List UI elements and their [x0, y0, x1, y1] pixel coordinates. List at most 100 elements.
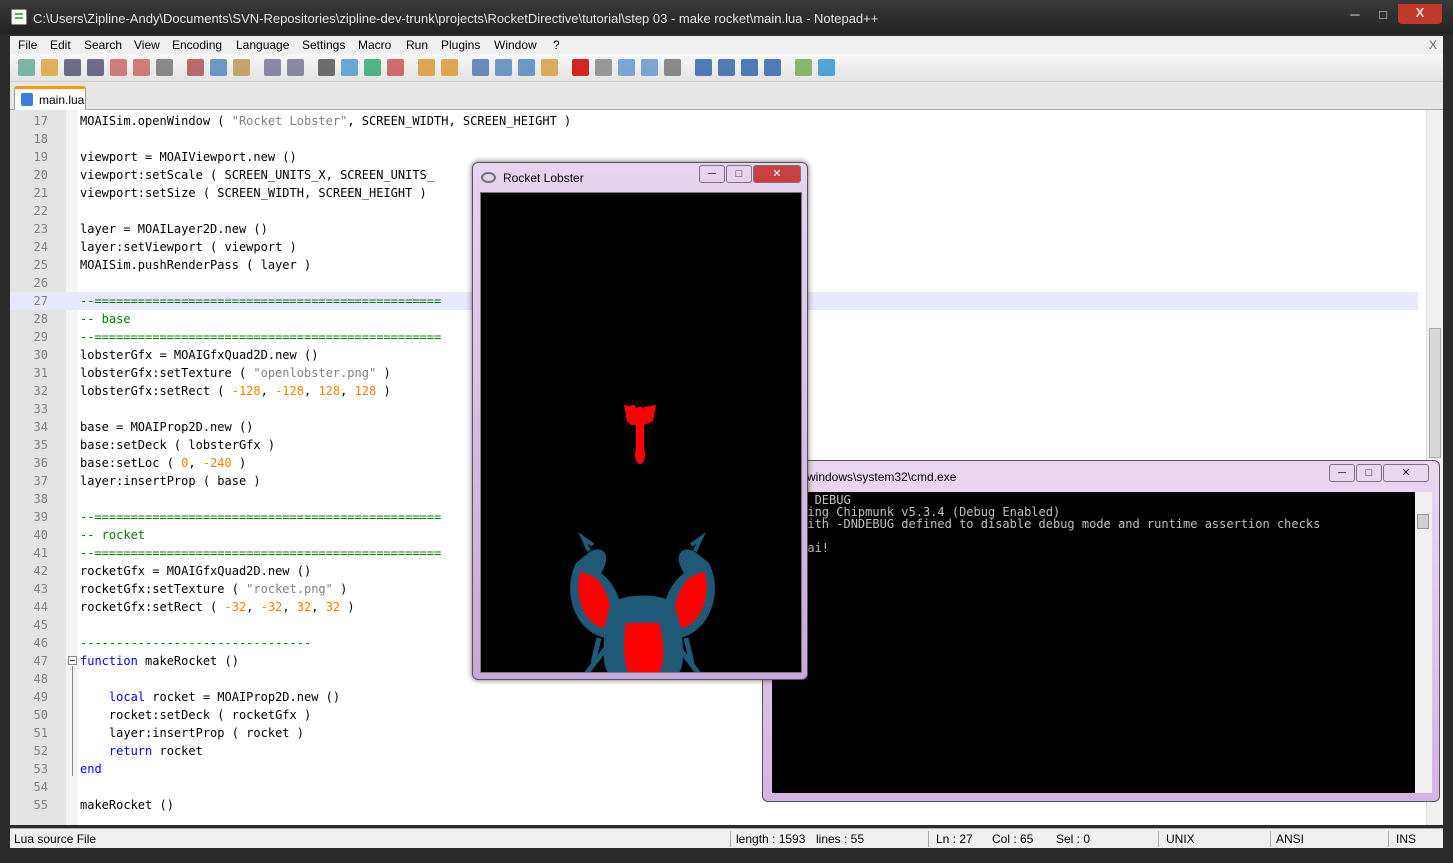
rocket-close-button[interactable]: ✕: [753, 165, 801, 183]
cmd-scrollbar[interactable]: [1415, 492, 1432, 793]
close-all-icon[interactable]: [133, 59, 150, 76]
unfold-all-icon[interactable]: [764, 59, 781, 76]
code-text: --======================================…: [80, 544, 441, 562]
new-file-icon[interactable]: [18, 59, 35, 76]
show-all-chars-icon[interactable]: [495, 59, 512, 76]
code-token: "openlobster.png": [253, 366, 377, 380]
save-icon[interactable]: [64, 59, 81, 76]
zoom-out-icon[interactable]: [387, 59, 404, 76]
menu-view-item[interactable]: View: [134, 38, 160, 52]
line-number: 52: [33, 744, 48, 758]
menu-settings-item[interactable]: Settings: [302, 38, 345, 52]
fold-all-icon[interactable]: [695, 59, 712, 76]
cmd-scrollbar-thumb[interactable]: [1417, 514, 1429, 529]
menu-file-item[interactable]: File: [18, 38, 37, 52]
cmd-minimize-button[interactable]: ─: [1329, 464, 1355, 482]
rocket-maximize-button[interactable]: □: [726, 165, 752, 183]
code-text: end: [80, 760, 102, 778]
code-text: base:setDeck ( lobsterGfx ): [80, 436, 275, 454]
spell-check-icon[interactable]: [818, 59, 835, 76]
record-macro-icon[interactable]: [572, 59, 589, 76]
line-number: 50: [33, 708, 48, 722]
cmd-close-button[interactable]: ✕: [1383, 464, 1429, 482]
rocket-lobster-window[interactable]: Rocket Lobster ─ □ ✕: [472, 162, 808, 680]
line-number: 45: [33, 618, 48, 632]
line-number: 36: [33, 456, 48, 470]
menu-help-item[interactable]: ?: [553, 38, 560, 52]
rocket-minimize-button[interactable]: ─: [699, 165, 725, 183]
code-text: --======================================…: [80, 328, 441, 346]
print-icon[interactable]: [156, 59, 173, 76]
find-icon[interactable]: [318, 59, 335, 76]
status-col: Col : 65: [992, 832, 1034, 846]
menu-macro-item[interactable]: Macro: [358, 38, 391, 52]
code-text: viewport = MOAIViewport.new (): [80, 148, 297, 166]
line-number: 30: [33, 348, 48, 362]
close-icon[interactable]: [110, 59, 127, 76]
scrollbar-thumb[interactable]: [1429, 328, 1441, 458]
code-text: return rocket: [80, 742, 203, 760]
code-token: makeRocket (): [137, 654, 239, 668]
play-multiple-icon[interactable]: [641, 59, 658, 76]
menu-language-item[interactable]: Language: [236, 38, 289, 52]
open-file-icon[interactable]: [41, 59, 58, 76]
menu-edit-item[interactable]: Edit: [50, 38, 71, 52]
document-map-icon[interactable]: [541, 59, 558, 76]
code-token: "rocket.png": [246, 582, 333, 596]
status-separator: [1270, 831, 1271, 847]
fold-toggle-icon[interactable]: [68, 656, 77, 665]
menu-encoding-item[interactable]: Encoding: [172, 38, 222, 52]
code-token: rocketGfx:setRect (: [80, 600, 225, 614]
code-line[interactable]: 17 MOAISim.openWindow ( "Rocket Lobster",…: [10, 112, 1418, 130]
maximize-button[interactable]: □: [1370, 6, 1396, 24]
cmd-console[interactable]: -OPEN DEBUG nalizing Chipmunk v5.3.4 (De…: [772, 492, 1415, 793]
code-token: ,: [311, 600, 326, 614]
line-number: 26: [33, 276, 48, 290]
stop-record-icon[interactable]: [595, 59, 612, 76]
code-token: layer:insertProp ( rocket ): [80, 726, 304, 740]
code-token: ,: [260, 384, 276, 398]
tab-label: main.lua: [39, 93, 85, 107]
code-token: rocketGfx:setTexture (: [80, 582, 247, 596]
sync-horizontal-icon[interactable]: [441, 59, 458, 76]
indent-guide-icon[interactable]: [518, 59, 535, 76]
code-token: base:setDeck ( lobsterGfx ): [80, 438, 276, 452]
paste-icon[interactable]: [233, 59, 250, 76]
code-token: 128: [318, 384, 341, 398]
copy-icon[interactable]: [210, 59, 227, 76]
code-token: function: [80, 654, 138, 668]
menu-run-item[interactable]: Run: [406, 38, 428, 52]
fold-line: [72, 666, 73, 776]
sync-vertical-icon[interactable]: [418, 59, 435, 76]
undo-icon[interactable]: [264, 59, 281, 76]
code-token: local: [108, 690, 146, 704]
minimize-button[interactable]: ─: [1342, 6, 1368, 24]
save-macro-icon[interactable]: [664, 59, 681, 76]
code-token: 32: [325, 600, 341, 614]
down-icon[interactable]: [741, 59, 758, 76]
cmd-title: windows\system32\cmd.exe: [807, 470, 957, 484]
run-icon[interactable]: [795, 59, 812, 76]
tab-main-lua[interactable]: main.lua: [14, 86, 86, 110]
cmd-window[interactable]: windows\system32\cmd.exe ─ □ ✕ -OPEN DEB…: [762, 460, 1440, 802]
play-macro-icon[interactable]: [618, 59, 635, 76]
save-all-icon[interactable]: [87, 59, 104, 76]
game-canvas[interactable]: [480, 192, 802, 673]
code-token: ): [340, 600, 355, 614]
zoom-in-icon[interactable]: [364, 59, 381, 76]
menu-window-item[interactable]: Window: [494, 38, 537, 52]
code-text: MOAISim.pushRenderPass ( layer ): [80, 256, 311, 274]
cut-icon[interactable]: [187, 59, 204, 76]
code-text: layer:insertProp ( base ): [80, 472, 261, 490]
menu-search-item[interactable]: Search: [84, 38, 122, 52]
menu-plugins-item[interactable]: Plugins: [441, 38, 480, 52]
up-icon[interactable]: [718, 59, 735, 76]
close-document-button[interactable]: X: [1429, 38, 1437, 52]
close-button[interactable]: X: [1398, 4, 1442, 24]
code-line[interactable]: 18: [10, 130, 1418, 148]
word-wrap-icon[interactable]: [472, 59, 489, 76]
redo-icon[interactable]: [287, 59, 304, 76]
status-separator: [928, 831, 929, 847]
replace-icon[interactable]: [341, 59, 358, 76]
cmd-maximize-button[interactable]: □: [1356, 464, 1382, 482]
